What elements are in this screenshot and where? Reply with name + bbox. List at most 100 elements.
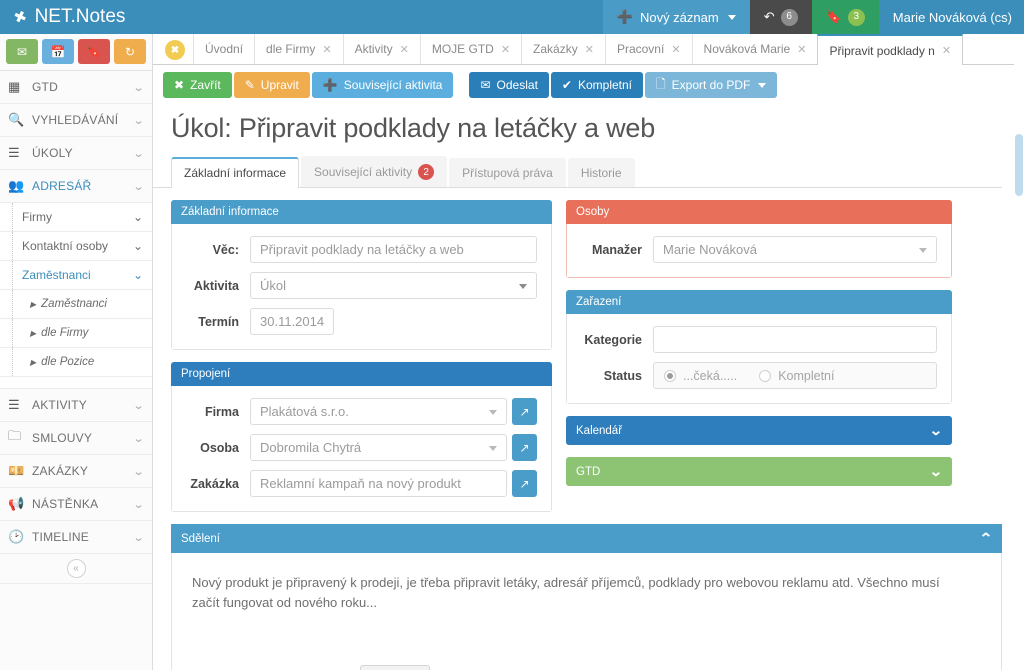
sidebar-item-gtd[interactable]: ▦ GTD ⌄ <box>0 71 152 104</box>
panel-title: Osoby <box>576 206 610 218</box>
chevron-down-icon: ⌄ <box>132 147 145 160</box>
sidebar-item-label: SMLOUVY <box>32 431 93 445</box>
user-menu[interactable]: Marie Nováková (cs) <box>878 0 1024 34</box>
termin-input[interactable]: 30.11.2014 <box>250 308 335 335</box>
sidebar-item-dle-pozice[interactable]: ▶ dle Pozice <box>0 348 152 377</box>
sidebar-subitem-label: Zaměstnanci <box>41 298 107 310</box>
panel-kalendar[interactable]: Kalendář ⌄ <box>566 416 952 445</box>
action-toolbar: ✖ Zavřít ✎ Upravit ➕ Související aktivit… <box>153 65 1024 105</box>
history-badge: 6 <box>780 8 798 26</box>
related-activity-button[interactable]: ➕ Související aktivita <box>311 72 454 98</box>
sidebar-item-ukoly[interactable]: ☰ ÚKOLY ⌄ <box>0 137 152 170</box>
tab-aktivity[interactable]: Aktivity ✕ <box>342 34 421 64</box>
leaf-icon: ✖ <box>11 7 30 28</box>
app-brand[interactable]: ✖ NET.Notes <box>0 0 208 34</box>
tab-label: MOJE GTD <box>431 42 494 56</box>
page-scrollbar[interactable] <box>1014 34 1024 670</box>
history-button[interactable]: ↶ 6 <box>749 0 812 34</box>
tab-zakazky[interactable]: Zakázky ✕ <box>521 34 606 64</box>
sidebar-item-kontaktni-osoby[interactable]: Kontaktní osoby ⌄ <box>0 232 152 261</box>
tab-souvisejici-aktivity[interactable]: Související aktivity 2 <box>301 156 448 187</box>
firma-select-value: Plakátová s.r.o. <box>260 404 349 419</box>
sidebar-item-aktivity[interactable]: ☰ AKTIVITY ⌄ <box>0 389 152 422</box>
calendar-quick-button[interactable]: 📅 <box>42 39 74 64</box>
osoba-open-button[interactable]: ↗ <box>512 434 537 461</box>
close-icon[interactable]: ✕ <box>585 43 594 56</box>
firma-select[interactable]: Plakátová s.r.o. <box>250 398 507 425</box>
field-control: 30.11.2014 <box>250 308 537 335</box>
panel-header[interactable]: GTD ⌄ <box>566 457 952 486</box>
tab-pripravit-podklady[interactable]: Připravit podklady n ✕ <box>817 34 964 65</box>
sidebar-item-smlouvy[interactable]: 🗀 SMLOUVY ⌄ <box>0 422 152 455</box>
edit-button-label: Upravit <box>260 78 299 92</box>
kategorie-input[interactable] <box>653 326 937 353</box>
chevron-double-left-icon[interactable]: « <box>66 559 86 578</box>
tab-uvodni[interactable]: Úvodní <box>193 34 256 64</box>
radio-complete[interactable] <box>759 369 772 382</box>
osoba-select[interactable]: Dobromila Chytrá <box>250 434 507 461</box>
sidebar-item-zamestnanci[interactable]: Zaměstnanci ⌄ <box>0 261 152 290</box>
detail-tabs: Základní informace Související aktivity … <box>153 148 1002 188</box>
export-pdf-button[interactable]: 🗋 Export do PDF <box>645 72 778 98</box>
tab-zakladni-informace[interactable]: Základní informace <box>171 157 300 188</box>
close-icon[interactable]: ✕ <box>501 43 510 56</box>
bookmark-quick-button[interactable]: 🔖 <box>78 39 110 64</box>
chevron-down-icon[interactable]: ⌄ <box>929 422 943 439</box>
panel-zakladni-informace: Základní informace Věc: Připravit podkla… <box>171 200 552 350</box>
calendar-icon: 📅 <box>50 44 66 59</box>
save-to-drive-button[interactable]: Uložit <box>359 665 430 670</box>
close-icon[interactable]: ✕ <box>400 43 409 56</box>
sidebar-item-zakazky[interactable]: 💴 ZAKÁZKY ⌄ <box>0 455 152 488</box>
complete-button[interactable]: ✔ Kompletní <box>550 72 643 98</box>
firma-open-button[interactable]: ↗ <box>512 398 537 425</box>
panel-header[interactable]: Sdělení ⌃ <box>171 524 1002 553</box>
field-label: Termín <box>198 314 239 329</box>
vec-input[interactable]: Připravit podklady na letáčky a web <box>250 236 537 263</box>
sidebar-item-firmy[interactable]: Firmy ⌄ <box>0 203 152 232</box>
sdeleni-text: Nový produkt je připravený k prodeji, je… <box>192 575 940 611</box>
zakazka-open-button[interactable]: ↗ <box>512 470 537 497</box>
tab-novakova-marie[interactable]: Nováková Marie ✕ <box>691 34 819 64</box>
tab-historie[interactable]: Historie <box>567 158 635 187</box>
close-all-tabs-button[interactable]: ✖ <box>165 40 185 60</box>
bookmarks-button[interactable]: 🔖 3 <box>811 0 879 34</box>
sidebar-item-timeline[interactable]: 🕑 TIMELINE ⌄ <box>0 521 152 554</box>
zakazka-input[interactable]: Reklamní kampaň na nový produkt <box>250 470 507 497</box>
close-icon[interactable]: ✕ <box>322 43 331 56</box>
edit-button[interactable]: ✎ Upravit <box>233 72 310 98</box>
sidebar-item-vyhledavani[interactable]: 🔍 VYHLEDÁVÁNÍ ⌄ <box>0 104 152 137</box>
sidebar-item-dle-firmy[interactable]: ▶ dle Firmy <box>0 319 152 348</box>
tab-pristupova-prava[interactable]: Přístupová práva <box>449 158 566 187</box>
chevron-up-icon[interactable]: ⌃ <box>979 530 993 547</box>
send-button[interactable]: ✉ Odeslat <box>469 72 549 98</box>
sidebar-item-nastenka[interactable]: 📢 NÁSTĚNKA ⌄ <box>0 488 152 521</box>
radio-waiting[interactable] <box>664 369 676 382</box>
sidebar-item-adresar[interactable]: 👥 ADRESÁŘ ⌄ <box>0 170 152 203</box>
close-icon[interactable]: ✕ <box>797 43 806 56</box>
sidebar-subitem-label: dle Pozice <box>41 356 95 368</box>
chevron-down-icon: ⌄ <box>132 239 143 253</box>
refresh-quick-button[interactable]: ↻ <box>114 39 146 64</box>
field-control: Připravit podklady na letáčky a web <box>250 236 537 263</box>
tab-pracovni[interactable]: Pracovní ✕ <box>604 34 693 64</box>
mail-quick-button[interactable]: ✉ <box>6 39 38 64</box>
chevron-down-icon: ⌄ <box>132 268 143 282</box>
chevron-down-icon[interactable]: ⌄ <box>929 463 943 480</box>
sidebar-item-zamestnanci-all[interactable]: ▶ Zaměstnanci <box>0 290 152 319</box>
page-scrollbar-thumb[interactable] <box>1015 134 1023 196</box>
panel-gtd[interactable]: GTD ⌄ <box>566 457 952 486</box>
field-status: Status ...čeká..... Kompletní <box>581 362 937 389</box>
close-icon[interactable]: ✕ <box>942 44 951 57</box>
aktivita-select[interactable]: Úkol <box>250 272 537 299</box>
tab-moje-gtd[interactable]: MOJE GTD ✕ <box>419 34 523 64</box>
close-button[interactable]: ✖ Zavřít <box>163 72 232 98</box>
tab-dle-firmy[interactable]: dle Firmy ✕ <box>254 34 344 64</box>
panel-body: Nový produkt je připravený k prodeji, je… <box>171 553 1002 670</box>
panel-header[interactable]: Kalendář ⌄ <box>566 416 952 445</box>
panel-header: Osoby <box>566 200 952 224</box>
tab-label: Pracovní <box>616 42 665 56</box>
tab-label: Související aktivity <box>314 165 413 179</box>
new-record-button[interactable]: ➕ Nový záznam <box>602 0 750 34</box>
close-icon[interactable]: ✕ <box>671 43 680 56</box>
manazer-select[interactable]: Marie Nováková <box>653 236 937 263</box>
